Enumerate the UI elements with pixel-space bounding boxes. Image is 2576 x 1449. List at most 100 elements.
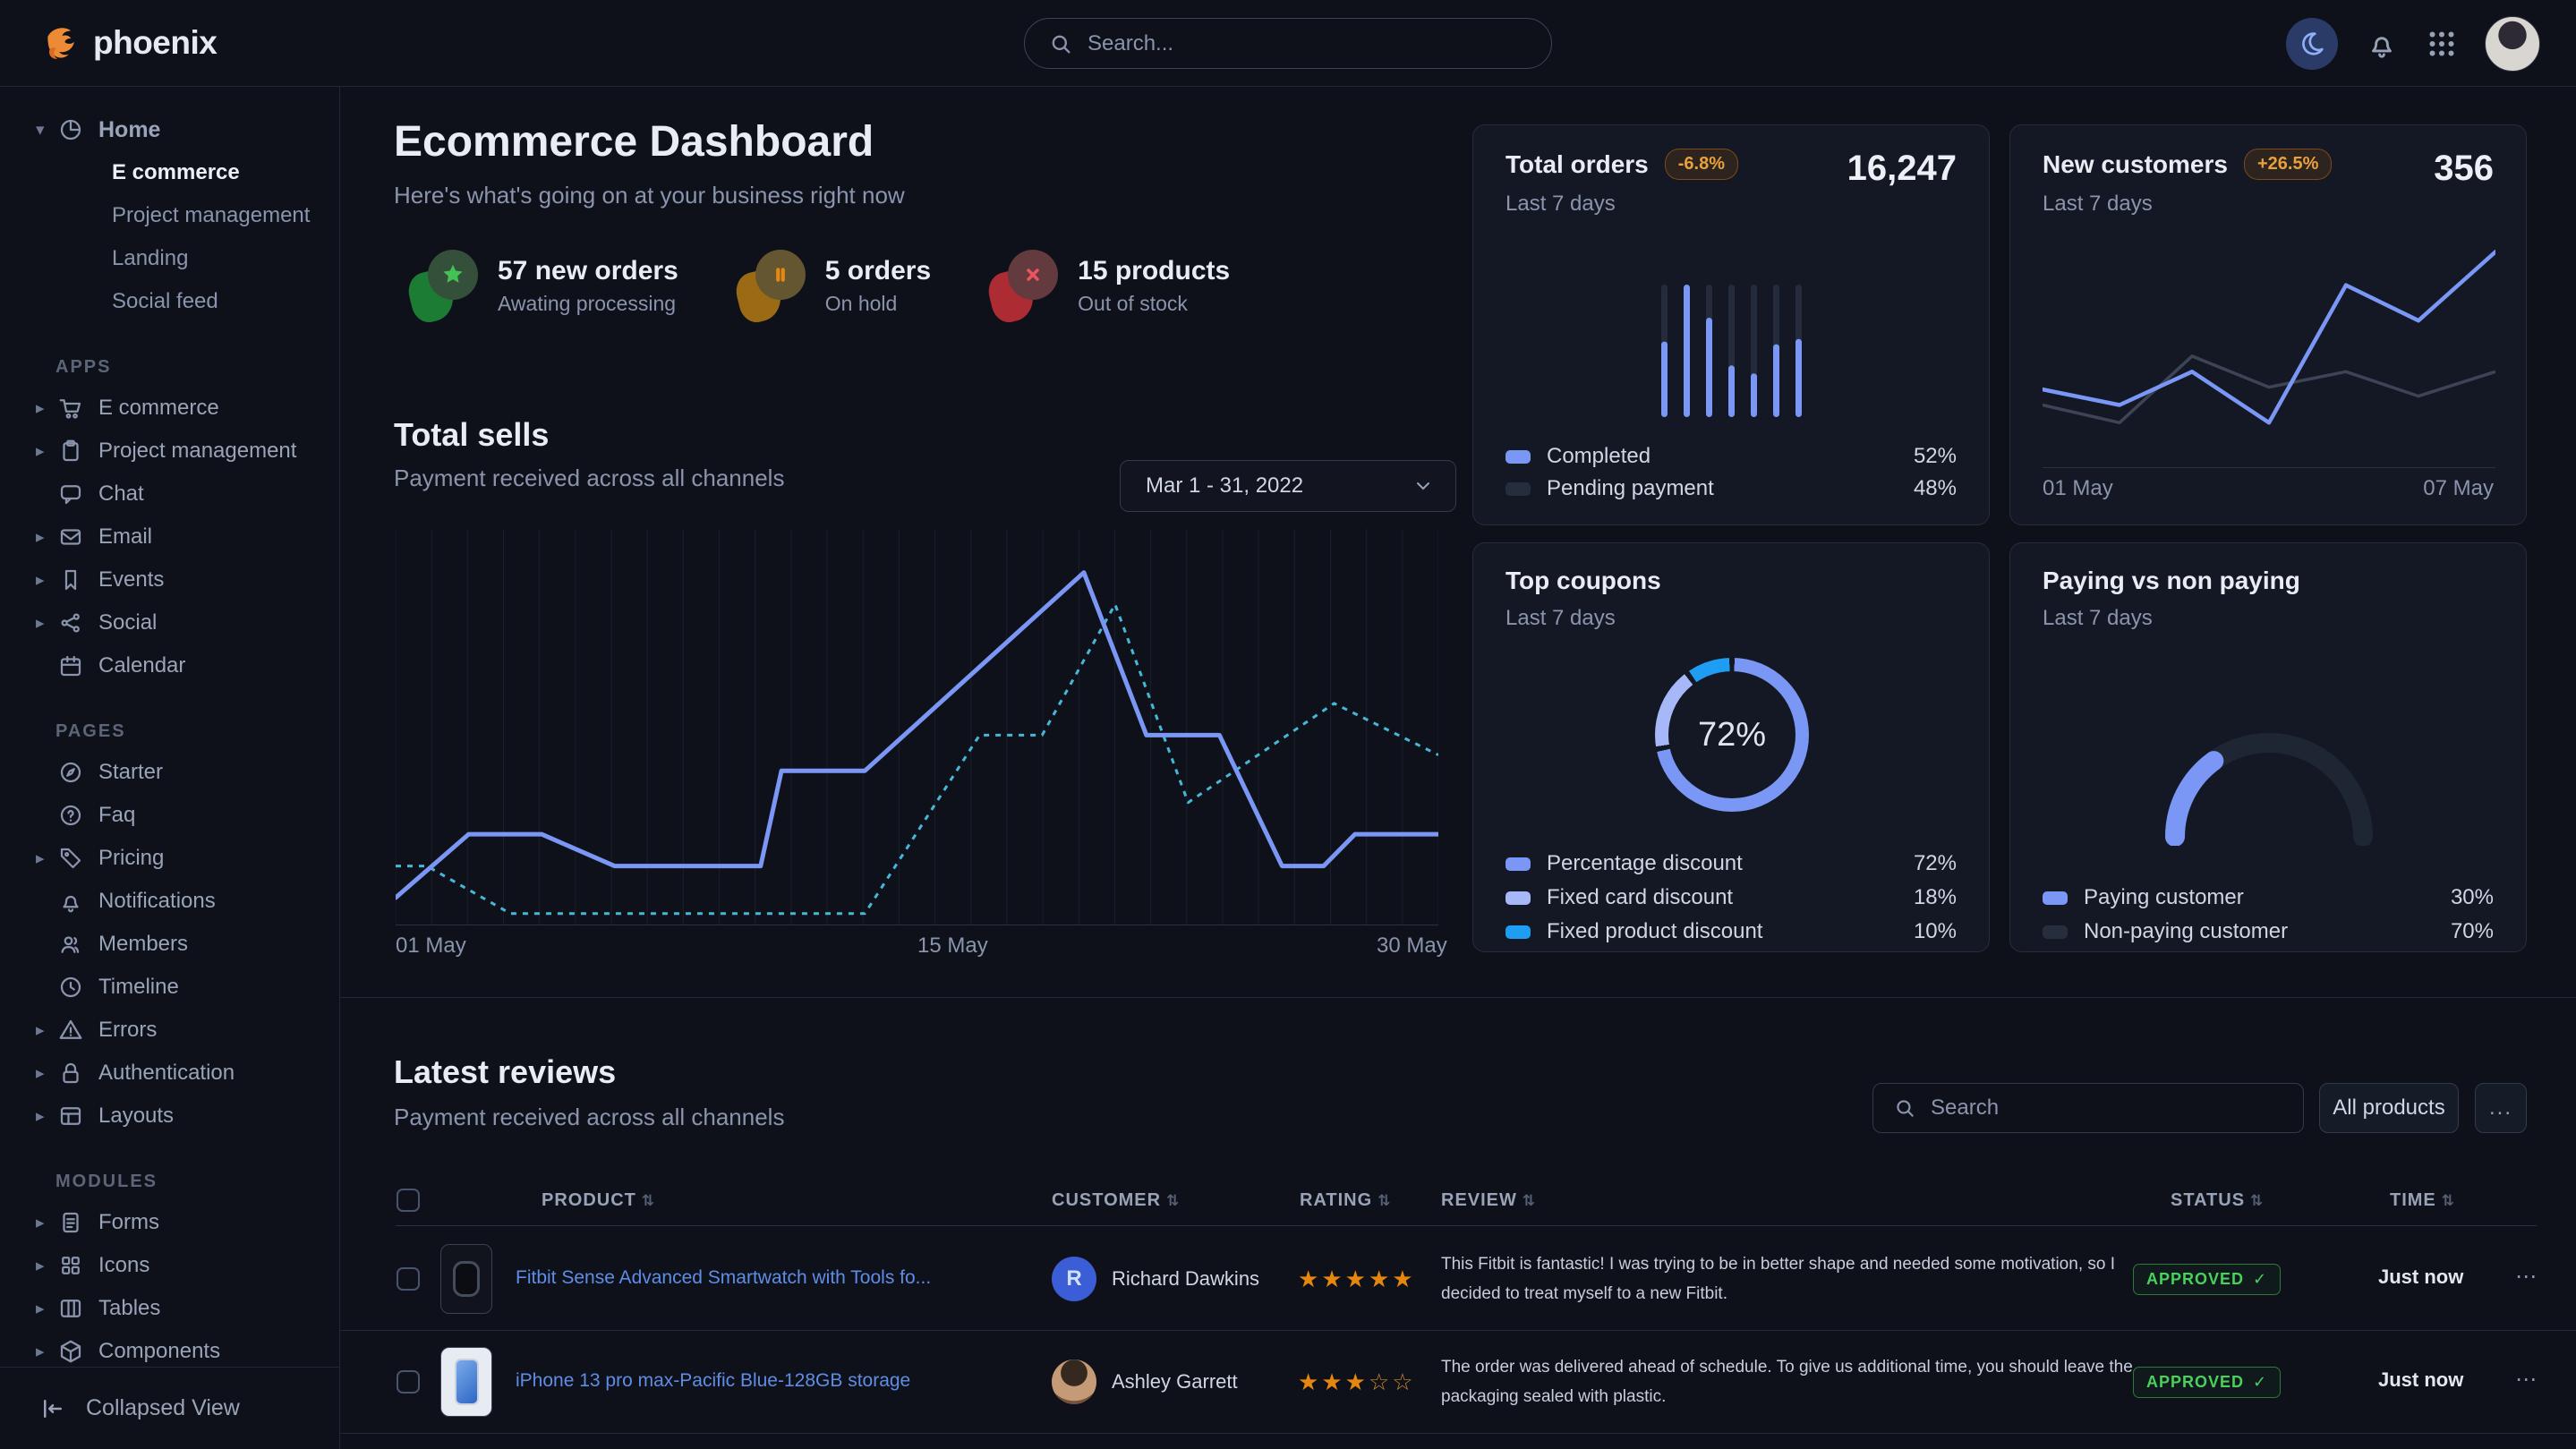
collapsed-view-toggle[interactable]: Collapsed View <box>0 1367 339 1449</box>
caret-right-icon: ▸ <box>36 1299 57 1319</box>
legend-label: Fixed product discount <box>1547 919 1762 944</box>
legend-label: Non-paying customer <box>2084 919 2288 944</box>
sidebar-item-forms[interactable]: ▸Forms <box>0 1201 339 1244</box>
date-range-select[interactable]: Mar 1 - 31, 2022 <box>1120 460 1456 512</box>
calendar-icon <box>57 652 98 679</box>
sidebar-item-tables[interactable]: ▸ Tables <box>0 1287 339 1330</box>
clipboard-icon <box>57 438 98 465</box>
sidebar-subitem-e-commerce[interactable]: E commerce <box>0 151 339 194</box>
reviews-more-button[interactable]: ... <box>2475 1083 2527 1133</box>
grid-icon <box>57 1252 98 1279</box>
sidebar-subitem-landing[interactable]: Landing <box>0 237 339 280</box>
sidebar-item-label: Components <box>98 1339 220 1364</box>
sort-icon: ⇅ <box>2442 1192 2455 1209</box>
column-header-rating[interactable]: RATING⇅ <box>1300 1190 1391 1211</box>
sidebar-item-label: Icons <box>98 1253 149 1278</box>
sidebar-subitem-project-management[interactable]: Project management <box>0 194 339 237</box>
lock-icon <box>57 1060 98 1087</box>
sidebar-item-members[interactable]: ▸Members <box>0 923 339 966</box>
review-text: This Fitbit is fantastic! I was trying t… <box>1441 1249 2157 1308</box>
chevron-down-icon <box>1412 475 1434 497</box>
all-products-filter-button[interactable]: All products <box>2319 1083 2459 1133</box>
tag-icon <box>57 845 98 872</box>
sidebar-item-label: Chat <box>98 482 144 507</box>
sidebar-item-timeline[interactable]: ▸Timeline <box>0 966 339 1009</box>
row-more-button[interactable]: ⋯ <box>2515 1264 2537 1290</box>
sidebar-item-events[interactable]: ▸Events <box>0 558 339 601</box>
stat-success-icon <box>410 250 478 321</box>
stat-warning-icon <box>738 250 806 321</box>
new-customers-value: 356 <box>2434 149 2494 189</box>
rating-stars: ★★★☆☆ <box>1298 1368 1416 1396</box>
sidebar-item-icons[interactable]: ▸ Icons <box>0 1244 339 1287</box>
box-icon <box>57 1338 98 1365</box>
reviews-search-input[interactable]: Search <box>1872 1083 2304 1133</box>
nc-axis-start: 01 May <box>2043 476 2113 501</box>
sidebar-item-chat[interactable]: ▸Chat <box>0 473 339 516</box>
product-link[interactable]: Fitbit Sense Advanced Smartwatch with To… <box>516 1267 1017 1289</box>
sidebar-item-pricing[interactable]: ▸Pricing <box>0 837 339 880</box>
user-avatar[interactable] <box>2485 16 2540 72</box>
top-coupons-title: Top coupons <box>1506 567 1661 595</box>
sidebar-item-label: Faq <box>98 803 135 828</box>
nine-dots-grid-icon <box>2426 28 2458 60</box>
theme-toggle-button[interactable] <box>2286 18 2338 70</box>
sidebar-item-social[interactable]: ▸Social <box>0 601 339 644</box>
select-all-checkbox[interactable] <box>397 1189 420 1212</box>
product-thumbnail <box>440 1244 492 1314</box>
check-icon: ✓ <box>2253 1270 2267 1289</box>
product-link[interactable]: iPhone 13 pro max-Pacific Blue-128GB sto… <box>516 1370 1017 1392</box>
column-header-status[interactable]: STATUS⇅ <box>2171 1190 2264 1211</box>
sidebar-item-home[interactable]: ▾Home <box>0 108 339 151</box>
customer-avatar: R <box>1052 1257 1096 1301</box>
row-more-button[interactable]: ⋯ <box>2515 1367 2537 1393</box>
review-text: The order was delivered ahead of schedul… <box>1441 1352 2157 1411</box>
column-header-customer[interactable]: CUSTOMER⇅ <box>1052 1190 1180 1211</box>
sidebar-item-calendar[interactable]: ▸Calendar <box>0 644 339 687</box>
column-header-review[interactable]: REVIEW⇅ <box>1441 1190 1536 1211</box>
total-sells-title: Total sells <box>394 416 549 454</box>
legend-value: 10% <box>1914 919 1957 944</box>
legend-label: Completed <box>1547 444 1651 469</box>
sidebar-subitem-social-feed[interactable]: Social feed <box>0 280 339 323</box>
sidebar-item-errors[interactable]: ▸Errors <box>0 1009 339 1052</box>
main-content: Ecommerce Dashboard Here's what's going … <box>340 87 2576 1449</box>
apps-grid-button[interactable] <box>2426 28 2458 60</box>
users-icon <box>57 931 98 958</box>
stat-title: 57 new orders <box>498 256 678 286</box>
caret-right-icon: ▸ <box>36 1106 57 1127</box>
new-customers-period: Last 7 days <box>2043 192 2153 217</box>
row-checkbox[interactable] <box>397 1370 420 1394</box>
review-table-row: Fitbit Sense Advanced Smartwatch with To… <box>340 1228 2576 1331</box>
sidebar-item-authentication[interactable]: ▸Authentication <box>0 1052 339 1095</box>
section-divider <box>340 997 2576 998</box>
global-search-input[interactable]: Search... <box>1024 18 1552 69</box>
column-header-product[interactable]: PRODUCT⇅ <box>542 1190 655 1211</box>
caret-right-icon: ▸ <box>36 1256 57 1276</box>
stat-danger-icon <box>990 250 1058 321</box>
sidebar-item-starter[interactable]: ▸Starter <box>0 751 339 794</box>
pie-chart-icon <box>57 116 98 143</box>
legend-label: Percentage discount <box>1547 851 1743 876</box>
paying-gauge-chart <box>2148 710 2390 846</box>
sort-icon: ⇅ <box>2250 1192 2264 1209</box>
notifications-button[interactable] <box>2365 27 2399 61</box>
column-header-time[interactable]: TIME⇅ <box>2390 1190 2455 1211</box>
brand-logo[interactable]: phoenix <box>39 22 217 64</box>
legend-item: Pending payment48% <box>1506 476 1957 501</box>
sort-icon: ⇅ <box>1523 1192 1536 1209</box>
review-time: Just now <box>2378 1266 2463 1289</box>
sidebar-item-faq[interactable]: ▸Faq <box>0 794 339 837</box>
sidebar-item-email[interactable]: ▸Email <box>0 516 339 558</box>
sidebar-item-e-commerce[interactable]: ▸E commerce <box>0 387 339 430</box>
top-coupons-card: Top coupons Last 7 days 72% Percentage d… <box>1472 542 1990 952</box>
chat-icon <box>57 481 98 507</box>
caret-right-icon: ▸ <box>36 1020 57 1041</box>
sidebar-item-label: Tables <box>98 1296 160 1321</box>
sidebar-item-layouts[interactable]: ▸Layouts <box>0 1095 339 1138</box>
legend-item: Fixed card discount18% <box>1506 885 1957 910</box>
sidebar-item-project-management[interactable]: ▸Project management <box>0 430 339 473</box>
legend-value: 70% <box>2451 919 2494 944</box>
sidebar-item-notifications[interactable]: ▸Notifications <box>0 880 339 923</box>
row-checkbox[interactable] <box>397 1267 420 1291</box>
